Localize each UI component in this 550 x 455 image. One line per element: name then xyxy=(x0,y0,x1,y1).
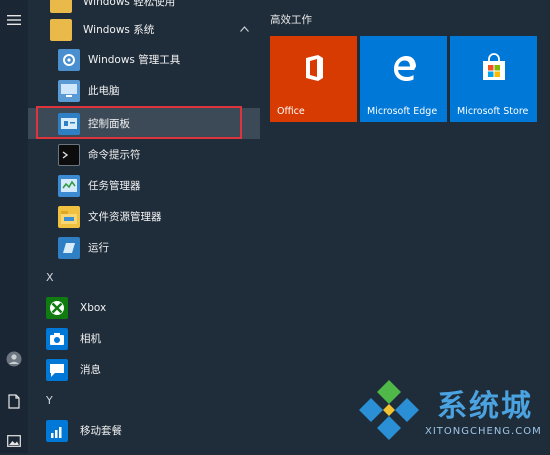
group-label: Windows 系统 xyxy=(83,24,155,36)
cmd-icon xyxy=(58,143,80,166)
list-item-label: 运行 xyxy=(88,242,109,254)
list-item-run[interactable]: 运行 xyxy=(28,232,260,263)
list-item-mobile-plans[interactable]: 移动套餐 xyxy=(28,415,260,446)
file-explorer-icon xyxy=(58,205,80,228)
list-item-label: 任务管理器 xyxy=(88,180,141,192)
list-item-label: 移动套餐 xyxy=(80,425,122,437)
store-icon xyxy=(483,53,505,80)
mobile-plans-icon xyxy=(46,419,68,442)
office-icon xyxy=(306,55,323,81)
hamburger-menu-button[interactable] xyxy=(0,6,28,34)
tile-edge[interactable]: Microsoft Edge xyxy=(360,36,447,122)
chevron-up-icon xyxy=(240,26,249,32)
edge-icon xyxy=(394,56,416,81)
user-avatar-icon xyxy=(6,351,22,367)
documents-button[interactable] xyxy=(0,387,28,415)
task-manager-icon xyxy=(58,174,80,197)
tile-group-title: 高效工作 xyxy=(270,14,312,26)
watermark-url: XITONGCHENG.COM xyxy=(425,426,542,437)
start-menu-rail xyxy=(0,0,28,453)
list-item-camera[interactable]: 相机 xyxy=(28,323,260,354)
list-item-label: 消息 xyxy=(80,364,101,376)
tile-office[interactable]: Office xyxy=(270,36,357,122)
section-letter-x[interactable]: X xyxy=(46,271,54,284)
tile-label: Microsoft Store xyxy=(457,106,529,117)
tile-store[interactable]: Microsoft Store xyxy=(450,36,537,122)
list-item-label: 命令提示符 xyxy=(88,149,141,161)
list-item-label: 此电脑 xyxy=(88,85,120,97)
list-item-file-explorer[interactable]: 文件资源管理器 xyxy=(28,201,260,232)
tile-label: Microsoft Edge xyxy=(367,106,438,117)
section-letter-y[interactable]: Y xyxy=(46,394,53,407)
list-item-xbox[interactable]: Xbox xyxy=(28,292,260,323)
list-item-control-panel[interactable]: 控制面板 xyxy=(28,108,260,139)
camera-icon xyxy=(46,327,68,350)
list-item-label: 文件资源管理器 xyxy=(88,211,162,223)
xbox-icon xyxy=(46,296,68,319)
document-icon xyxy=(8,393,20,409)
list-item-admin-tools[interactable]: Windows 管理工具 xyxy=(28,44,260,75)
folder-icon xyxy=(50,18,72,41)
list-item-cmd[interactable]: 命令提示符 xyxy=(28,139,260,170)
watermark-brand: 系统城 xyxy=(437,389,533,424)
run-icon xyxy=(58,236,80,259)
list-item-messaging[interactable]: 消息 xyxy=(28,354,260,385)
group-windows-system[interactable]: Windows 系统 xyxy=(28,14,260,45)
list-item-task-manager[interactable]: 任务管理器 xyxy=(28,170,260,201)
list-item-label: 控制面板 xyxy=(88,118,130,130)
control-panel-icon xyxy=(58,112,80,135)
list-item-this-pc[interactable]: 此电脑 xyxy=(28,75,260,106)
list-item-label: Windows 轻松使用 xyxy=(83,0,176,8)
messaging-icon xyxy=(46,358,68,381)
hamburger-icon xyxy=(7,15,21,25)
watermark-logo-icon xyxy=(359,380,419,440)
admin-tools-icon xyxy=(58,48,80,71)
pictures-button[interactable] xyxy=(0,427,28,455)
tile-label: Office xyxy=(277,106,305,117)
this-pc-icon xyxy=(58,79,80,102)
folder-icon xyxy=(50,0,72,13)
watermark: 系统城 XITONGCHENG.COM xyxy=(355,376,550,453)
list-item-label: 相机 xyxy=(80,333,101,345)
app-list: Windows 轻松使用 Windows 系统 Windows 管理工具 此电脑… xyxy=(28,0,260,453)
list-item-label: Xbox xyxy=(80,301,107,314)
picture-icon xyxy=(7,435,21,447)
account-button[interactable] xyxy=(0,345,28,373)
list-item-label: Windows 管理工具 xyxy=(88,54,181,66)
